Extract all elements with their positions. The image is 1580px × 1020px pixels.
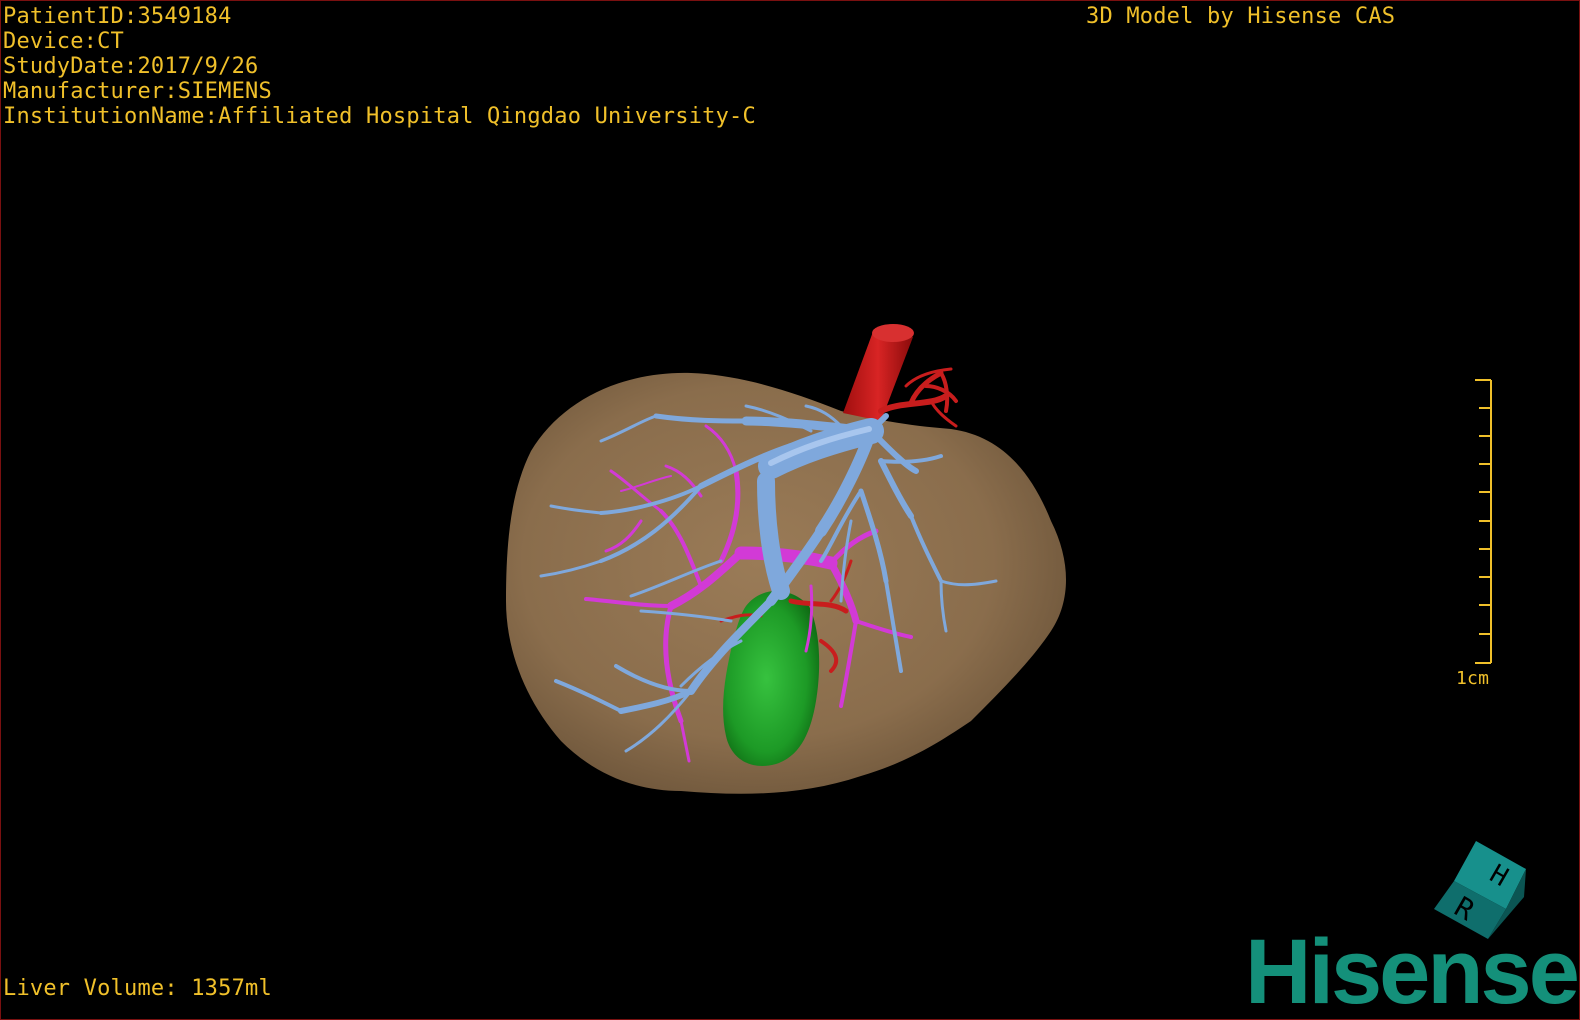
ivc-opening xyxy=(872,324,914,342)
institution-label: InstitutionName:Affiliated Hospital Qing… xyxy=(3,104,756,129)
patient-id-label: PatientID:3549184 xyxy=(3,4,232,29)
device-label: Device:CT xyxy=(3,29,125,54)
scale-bar xyxy=(1475,379,1492,664)
liver-3d-model[interactable] xyxy=(1,1,1579,1019)
3d-viewport[interactable]: PatientID:3549184 Device:CT StudyDate:20… xyxy=(0,0,1580,1020)
study-date-label: StudyDate:2017/9/26 xyxy=(3,54,259,79)
hisense-logo: Hisense xyxy=(1245,921,1579,1020)
dicom-info-panel: PatientID:3549184 Device:CT StudyDate:20… xyxy=(3,4,756,129)
scale-label: 1cm xyxy=(1456,668,1490,689)
manufacturer-label: Manufacturer:SIEMENS xyxy=(3,79,272,104)
liver-volume-label: Liver Volume: 1357ml xyxy=(3,976,272,1001)
model-credit-label: 3D Model by Hisense CAS xyxy=(1086,4,1396,29)
